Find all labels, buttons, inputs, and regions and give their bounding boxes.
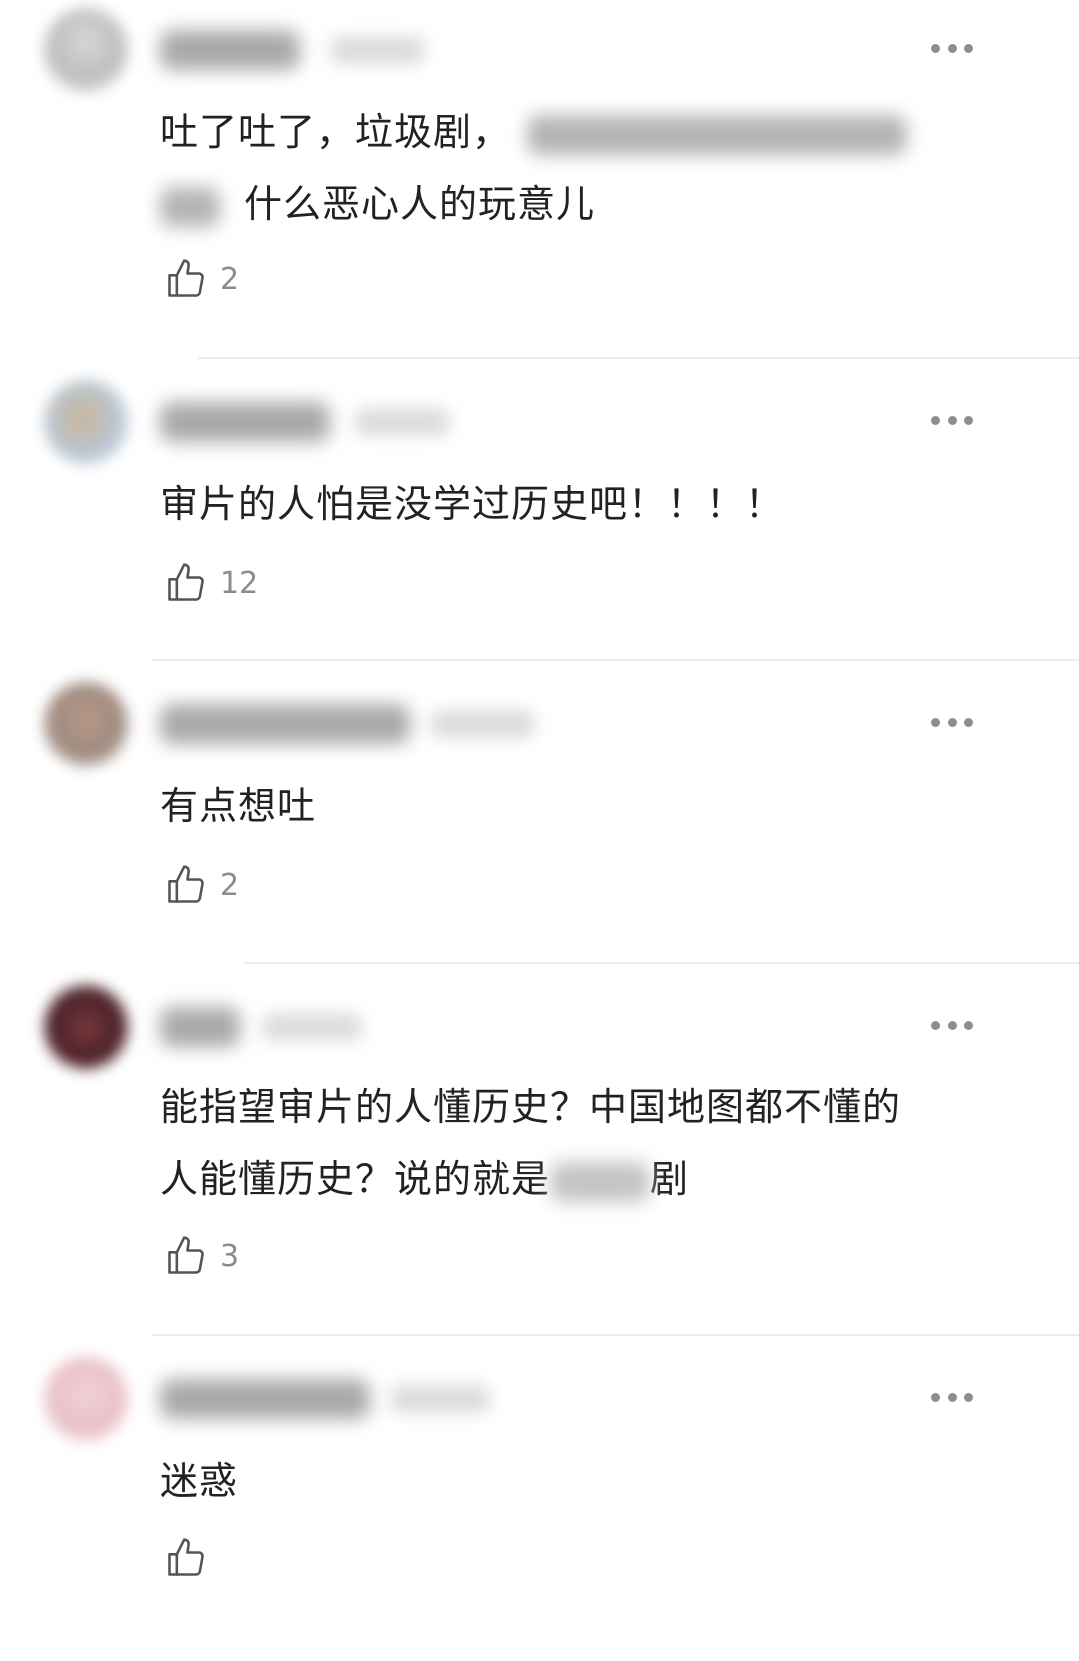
comment-text-part: 吐了吐了，垃圾剧， — [160, 110, 512, 154]
timestamp-redacted — [355, 408, 450, 436]
username-redacted[interactable] — [160, 1379, 370, 1419]
timestamp-redacted — [390, 1385, 490, 1413]
redacted-text — [160, 186, 220, 227]
like-count: 2 — [220, 867, 240, 903]
comment-text: 能指望审片的人懂历史？中国地图都不懂的 人能懂历史？说的就是 剧 — [160, 1071, 1060, 1215]
avatar[interactable] — [44, 1357, 128, 1441]
comment-item: 吐了吐了，垃圾剧， 什么恶心人的玩意儿 2 — [0, 0, 1079, 360]
comment-item: 审片的人怕是没学过历史吧！！！！ 12 — [0, 360, 1079, 660]
like-count: 12 — [220, 565, 259, 601]
more-options-button[interactable] — [931, 414, 973, 426]
more-options-button[interactable] — [931, 716, 973, 728]
divider — [244, 962, 1079, 964]
divider — [152, 659, 1079, 661]
username-redacted[interactable] — [160, 30, 300, 70]
like-button[interactable]: 12 — [164, 560, 258, 606]
like-button[interactable]: 2 — [164, 862, 239, 908]
like-count: 3 — [220, 1238, 240, 1274]
thumbs-up-icon — [168, 865, 204, 903]
comment-text: 审片的人怕是没学过历史吧！！！！ — [160, 482, 785, 526]
timestamp-redacted — [262, 1013, 362, 1041]
divider — [152, 1334, 1079, 1336]
thumbs-up-icon — [168, 563, 204, 601]
comment-text: 有点想吐 — [160, 784, 317, 828]
timestamp-redacted — [330, 36, 425, 64]
more-options-button[interactable] — [931, 1019, 973, 1031]
username-redacted[interactable] — [160, 1007, 240, 1047]
like-button[interactable] — [164, 1535, 220, 1581]
like-button[interactable]: 3 — [164, 1233, 239, 1279]
comment-item: 迷惑 — [0, 1337, 1079, 1661]
comment-text-part: 什么恶心人的玩意儿 — [244, 182, 596, 226]
comment-text-line: 能指望审片的人懂历史？中国地图都不懂的 — [160, 1085, 902, 1129]
comment-item: 能指望审片的人懂历史？中国地图都不懂的 人能懂历史？说的就是 剧 3 — [0, 965, 1079, 1335]
redacted-text — [550, 1161, 651, 1202]
comment-text: 迷惑 — [160, 1459, 239, 1503]
avatar[interactable] — [44, 380, 128, 464]
comment-text-part: 剧 — [650, 1157, 690, 1201]
comment-item: 有点想吐 2 — [0, 662, 1079, 962]
comment-text: 吐了吐了，垃圾剧， 什么恶心人的玩意儿 — [160, 96, 990, 240]
more-options-button[interactable] — [931, 1391, 973, 1403]
avatar[interactable] — [44, 682, 128, 766]
avatar[interactable] — [44, 985, 128, 1069]
divider — [198, 357, 1079, 359]
thumbs-up-icon — [168, 1236, 204, 1274]
redacted-text — [527, 114, 908, 155]
like-count: 2 — [220, 261, 240, 297]
avatar[interactable] — [44, 8, 128, 92]
username-redacted[interactable] — [160, 704, 410, 744]
thumbs-up-icon — [168, 1538, 204, 1576]
comment-text-part: 人能懂历史？说的就是 — [160, 1157, 551, 1201]
thumbs-up-icon — [168, 259, 204, 297]
like-button[interactable]: 2 — [164, 256, 239, 302]
timestamp-redacted — [430, 710, 535, 738]
more-options-button[interactable] — [931, 42, 973, 54]
username-redacted[interactable] — [160, 402, 330, 442]
